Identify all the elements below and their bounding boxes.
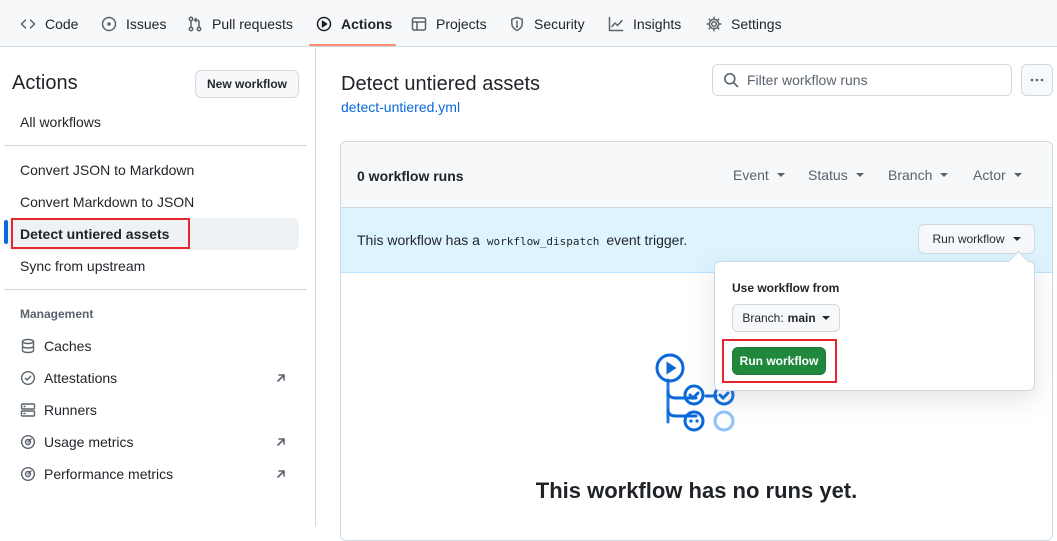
sidebar-divider [4, 145, 307, 146]
sidebar-item-label: Convert JSON to Markdown [20, 162, 195, 178]
tab-insights[interactable]: Insights [608, 0, 681, 47]
tab-actions-label: Actions [341, 15, 393, 32]
graph-icon [608, 16, 624, 31]
caret-down-icon [1013, 173, 1022, 177]
sidebar-item-all-workflows[interactable]: All workflows [8, 106, 299, 138]
sidebar-item-runners[interactable]: Runners [8, 394, 299, 426]
new-workflow-button[interactable]: New workflow [195, 70, 299, 98]
tab-projects-label: Projects [436, 15, 487, 32]
dispatch-suffix: event trigger. [606, 232, 688, 248]
branch-filter[interactable]: Branch [888, 167, 949, 183]
meter-icon [20, 466, 36, 482]
tab-actions[interactable]: Actions [316, 0, 392, 47]
filter-input[interactable] [747, 72, 997, 88]
verified-icon [20, 370, 36, 386]
filter-workflow-runs[interactable] [712, 64, 1012, 96]
shield-icon [511, 16, 523, 31]
event-filter-label: Event [733, 167, 769, 183]
highlight-box-run-workflow [722, 339, 837, 383]
sidebar-item-usage-metrics[interactable]: Usage metrics [8, 426, 299, 458]
tab-security-label: Security [534, 15, 585, 32]
caret-down-icon [776, 173, 785, 177]
git-pull-request-icon [188, 16, 202, 31]
selected-indicator [4, 220, 8, 244]
tab-code-label: Code [45, 15, 79, 32]
sidebar-title: Actions [12, 72, 78, 94]
sidebar-item-label: All workflows [20, 114, 101, 130]
branch-value: main [787, 311, 816, 325]
event-filter[interactable]: Event [733, 167, 785, 183]
workflow-file-link[interactable]: detect-untiered.yml [341, 99, 460, 115]
database-icon [21, 338, 35, 354]
dispatch-code: workflow_dispatch [486, 235, 600, 248]
external-link-icon [277, 374, 285, 382]
sidebar-item-label: Runners [44, 402, 97, 418]
runs-header: 0 workflow runs Event Status Branch Acto… [341, 142, 1052, 208]
actor-filter[interactable]: Actor [973, 167, 1022, 183]
caret-down-icon [855, 173, 864, 177]
sidebar-item-performance-metrics[interactable]: Performance metrics [8, 458, 299, 490]
meter-icon [20, 434, 36, 450]
actions-sidebar: Actions New workflow All workflows Conve… [0, 48, 316, 526]
sidebar-item-label: Caches [44, 338, 92, 354]
gear-icon [706, 15, 722, 32]
server-icon [20, 403, 36, 417]
tab-security[interactable]: Security [509, 0, 585, 47]
highlight-box-selected-workflow [11, 218, 190, 249]
play-icon [316, 16, 332, 31]
code-icon [20, 18, 36, 29]
tab-issues[interactable]: Issues [101, 0, 166, 47]
sidebar-item-label: Performance metrics [44, 466, 174, 482]
external-link-icon [277, 470, 285, 478]
tab-settings[interactable]: Settings [706, 0, 782, 47]
caret-down-icon [1012, 237, 1021, 241]
tab-insights-label: Insights [633, 15, 682, 32]
search-icon [724, 73, 739, 88]
sidebar-item-sync-from-upstream[interactable]: Sync from upstream [8, 250, 299, 282]
sidebar-item-label: Attestations [44, 370, 118, 386]
sidebar-divider [4, 289, 307, 290]
run-workflow-dropdown-button[interactable]: Run workflow [918, 224, 1035, 254]
status-filter[interactable]: Status [808, 167, 864, 183]
run-workflow-dropdown-label: Run workflow [932, 232, 1005, 246]
caret-down-icon [821, 316, 830, 320]
dispatch-text: This workflow has a workflow_dispatch ev… [357, 232, 687, 248]
repo-nav: Code Issues Pull requests Actions Projec… [0, 0, 1057, 47]
workflow-title: Detect untiered assets [341, 73, 540, 95]
tab-issues-label: Issues [126, 15, 167, 32]
external-link-icon [277, 438, 285, 446]
tab-projects[interactable]: Projects [411, 0, 487, 47]
sidebar-item-convert-json-to-markdown[interactable]: Convert JSON to Markdown [8, 154, 299, 186]
table-icon [411, 16, 427, 31]
sidebar-item-attestations[interactable]: Attestations [8, 362, 299, 394]
more-options-button[interactable] [1021, 64, 1053, 96]
branch-select-button[interactable]: Branch: main [732, 304, 840, 332]
dispatch-prefix: This workflow has a [357, 232, 480, 248]
caret-down-icon [940, 173, 949, 177]
kebab-horizontal-icon [1030, 78, 1044, 82]
sidebar-item-label: Sync from upstream [20, 258, 146, 274]
tab-pull-requests-label: Pull requests [212, 15, 293, 32]
tab-code[interactable]: Code [20, 0, 78, 47]
sidebar-item-label: Convert Markdown to JSON [20, 194, 195, 210]
issue-opened-icon [101, 16, 117, 31]
sidebar-item-convert-markdown-to-json[interactable]: Convert Markdown to JSON [8, 186, 299, 218]
status-filter-label: Status [808, 167, 848, 183]
sidebar-item-label: Usage metrics [44, 434, 134, 450]
branch-filter-label: Branch [888, 167, 933, 183]
use-workflow-from-label: Use workflow from [732, 281, 840, 295]
active-tab-underline [309, 44, 396, 46]
management-heading: Management [20, 307, 94, 321]
tab-settings-label: Settings [731, 15, 782, 32]
branch-prefix: Branch: [742, 311, 784, 325]
sidebar-item-caches[interactable]: Caches [8, 330, 299, 362]
runs-count: 0 workflow runs [357, 168, 464, 184]
tab-pull-requests[interactable]: Pull requests [187, 0, 293, 47]
empty-state-title: This workflow has no runs yet. [535, 478, 858, 503]
actor-filter-label: Actor [973, 167, 1006, 183]
